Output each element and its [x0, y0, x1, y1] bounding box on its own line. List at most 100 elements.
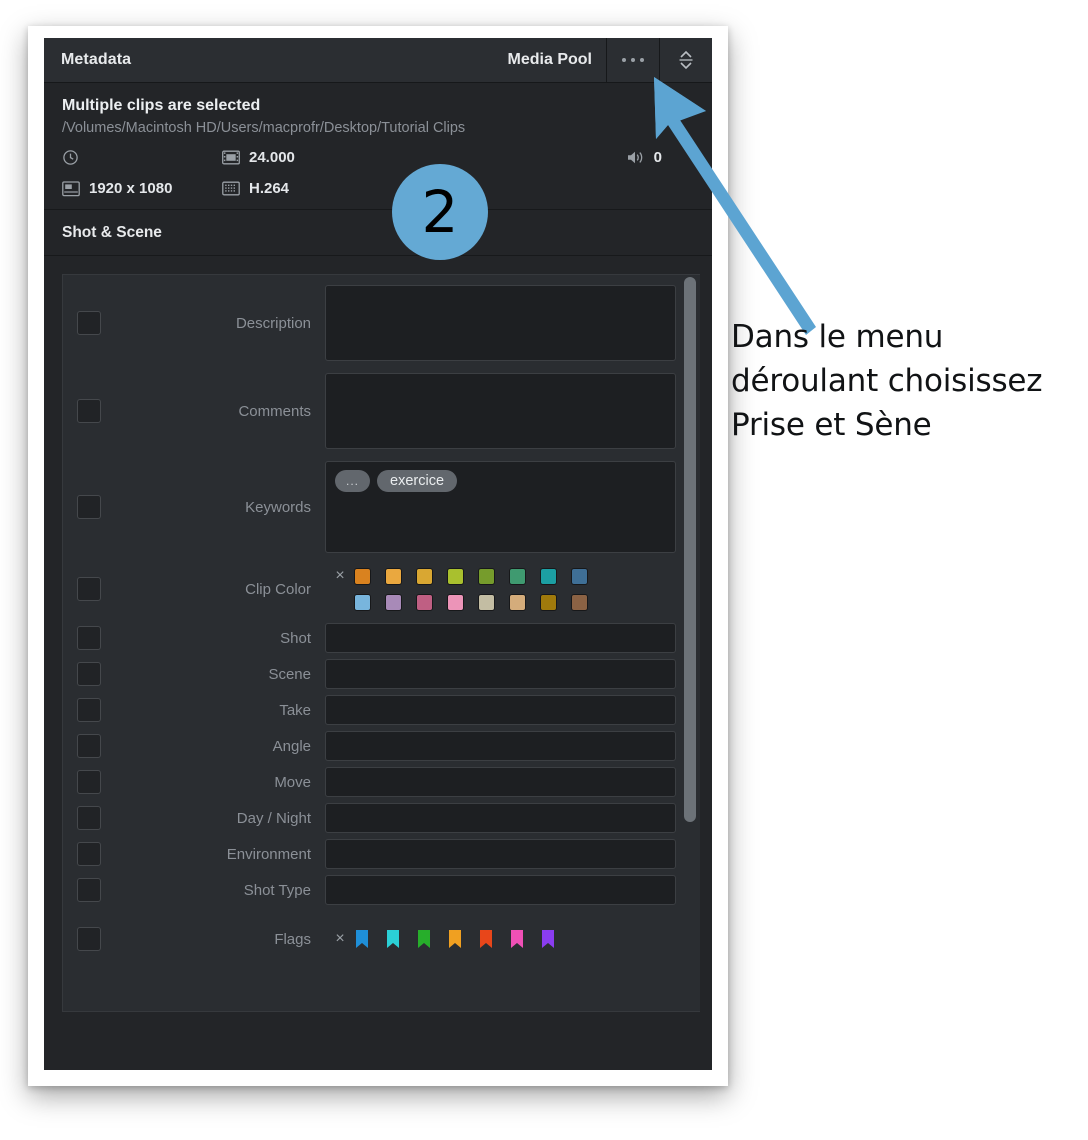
field-input-day-night[interactable]	[325, 803, 676, 833]
flag-clear-button[interactable]: ×	[325, 930, 355, 948]
field-row-description: Description	[77, 285, 676, 361]
field-checkbox-day-night[interactable]	[77, 806, 101, 830]
fields-scrollbar[interactable]	[683, 275, 696, 1011]
section-title-shot-scene: Shot & Scene	[44, 210, 712, 256]
clip-audio-value: 0	[653, 149, 662, 166]
clip-selection-title: Multiple clips are selected	[62, 97, 261, 114]
clip-color-swatch[interactable]	[417, 568, 432, 584]
clip-color-swatches: × ×	[325, 563, 676, 615]
field-row-environment: Environment	[77, 839, 676, 869]
clip-color-swatch[interactable]	[355, 594, 370, 610]
field-row-flags: Flags ×	[77, 927, 676, 951]
clip-framerate: 24.000	[222, 149, 422, 166]
field-row-move: Move	[77, 767, 676, 797]
field-checkbox-shot-type[interactable]	[77, 878, 101, 902]
field-checkbox-shot[interactable]	[77, 626, 101, 650]
field-label-move: Move	[274, 773, 311, 791]
field-row-scene: Scene	[77, 659, 676, 689]
field-checkbox-clip-color[interactable]	[77, 577, 101, 601]
clip-color-swatch[interactable]	[572, 568, 587, 584]
field-input-keywords[interactable]: ... exercice	[325, 461, 676, 553]
field-row-keywords: Keywords ... exercice	[77, 461, 676, 553]
clip-color-row2-spacer: ×	[325, 593, 355, 611]
field-label-clip-color: Clip Color	[245, 580, 311, 598]
clip-resolution-value: 1920 x 1080	[89, 180, 173, 197]
clip-color-swatch[interactable]	[510, 594, 525, 610]
flag-icon[interactable]	[510, 930, 524, 948]
expand-collapse-button[interactable]	[659, 38, 712, 82]
field-checkbox-move[interactable]	[77, 770, 101, 794]
field-row-take: Take	[77, 695, 676, 725]
clip-color-swatch[interactable]	[355, 568, 370, 584]
expand-collapse-chevrons-icon	[679, 50, 693, 70]
field-checkbox-environment[interactable]	[77, 842, 101, 866]
flag-icon[interactable]	[417, 930, 431, 948]
clip-duration	[62, 149, 222, 166]
clip-color-swatch[interactable]	[510, 568, 525, 584]
field-input-description[interactable]	[325, 285, 676, 361]
field-label-day-night: Day / Night	[236, 809, 311, 827]
field-row-shot: Shot	[77, 623, 676, 653]
keyword-tag-overflow[interactable]: ...	[335, 470, 371, 492]
field-input-shot-type[interactable]	[325, 875, 676, 905]
page-title: Metadata	[61, 51, 132, 68]
clip-color-swatch[interactable]	[541, 568, 556, 584]
clip-color-swatch[interactable]	[479, 568, 494, 584]
clip-color-row-2: ×	[325, 589, 676, 615]
flag-icon[interactable]	[386, 930, 400, 948]
clip-color-swatch[interactable]	[417, 594, 432, 610]
field-checkbox-scene[interactable]	[77, 662, 101, 686]
clip-info-grid: 24.000 0 1920 x 1080 H.264	[62, 149, 694, 197]
metadata-fields-region: Description Comments Keywords ... exerci…	[62, 274, 700, 1012]
field-input-scene[interactable]	[325, 659, 676, 689]
clip-audio-channels: 0	[422, 149, 694, 166]
clip-color-row-1: ×	[325, 563, 676, 589]
panel-header: Metadata Media Pool	[44, 38, 712, 83]
flag-icon[interactable]	[355, 930, 369, 948]
resolution-layers-icon	[62, 180, 80, 196]
field-input-move[interactable]	[325, 767, 676, 797]
clip-color-swatch[interactable]	[572, 594, 587, 610]
clip-path: /Volumes/Macintosh HD/Users/macprofr/Des…	[62, 120, 466, 136]
step-badge: 2	[392, 164, 488, 260]
field-input-comments[interactable]	[325, 373, 676, 449]
field-input-angle[interactable]	[325, 731, 676, 761]
field-label-scene: Scene	[268, 665, 311, 683]
flag-icon[interactable]	[541, 930, 555, 948]
field-label-angle: Angle	[272, 737, 311, 755]
clock-icon	[63, 150, 78, 165]
film-frame-rate-icon	[222, 150, 240, 165]
field-row-clip-color: Clip Color × ×	[77, 563, 676, 615]
field-checkbox-keywords[interactable]	[77, 495, 101, 519]
field-row-angle: Angle	[77, 731, 676, 761]
clip-codec-value: H.264	[249, 180, 290, 197]
field-checkbox-flags[interactable]	[77, 927, 101, 951]
clip-color-clear-button[interactable]: ×	[325, 567, 355, 585]
flag-icon[interactable]	[448, 930, 462, 948]
clip-color-swatch[interactable]	[479, 594, 494, 610]
field-row-comments: Comments	[77, 373, 676, 449]
clip-color-swatch[interactable]	[386, 594, 401, 610]
media-pool-tab[interactable]: Media Pool	[498, 38, 606, 82]
field-input-shot[interactable]	[325, 623, 676, 653]
clip-color-swatch[interactable]	[448, 568, 463, 584]
field-checkbox-angle[interactable]	[77, 734, 101, 758]
codec-grid-icon	[222, 181, 240, 196]
field-checkbox-comments[interactable]	[77, 399, 101, 423]
fields-scrollbar-thumb[interactable]	[684, 277, 696, 822]
field-checkbox-description[interactable]	[77, 311, 101, 335]
clip-framerate-value: 24.000	[249, 149, 295, 166]
clip-color-swatch[interactable]	[541, 594, 556, 610]
flag-icon[interactable]	[479, 930, 493, 948]
field-label-flags: Flags	[274, 930, 311, 948]
clip-color-swatch[interactable]	[386, 568, 401, 584]
clip-color-swatch[interactable]	[448, 594, 463, 610]
more-options-button[interactable]	[606, 38, 659, 82]
metadata-panel: Metadata Media Pool Multiple clips are s…	[44, 38, 712, 1070]
keyword-tag[interactable]: exercice	[377, 470, 458, 492]
field-input-environment[interactable]	[325, 839, 676, 869]
field-input-take[interactable]	[325, 695, 676, 725]
field-label-shot-type: Shot Type	[243, 881, 311, 899]
field-label-comments: Comments	[238, 402, 311, 420]
field-checkbox-take[interactable]	[77, 698, 101, 722]
